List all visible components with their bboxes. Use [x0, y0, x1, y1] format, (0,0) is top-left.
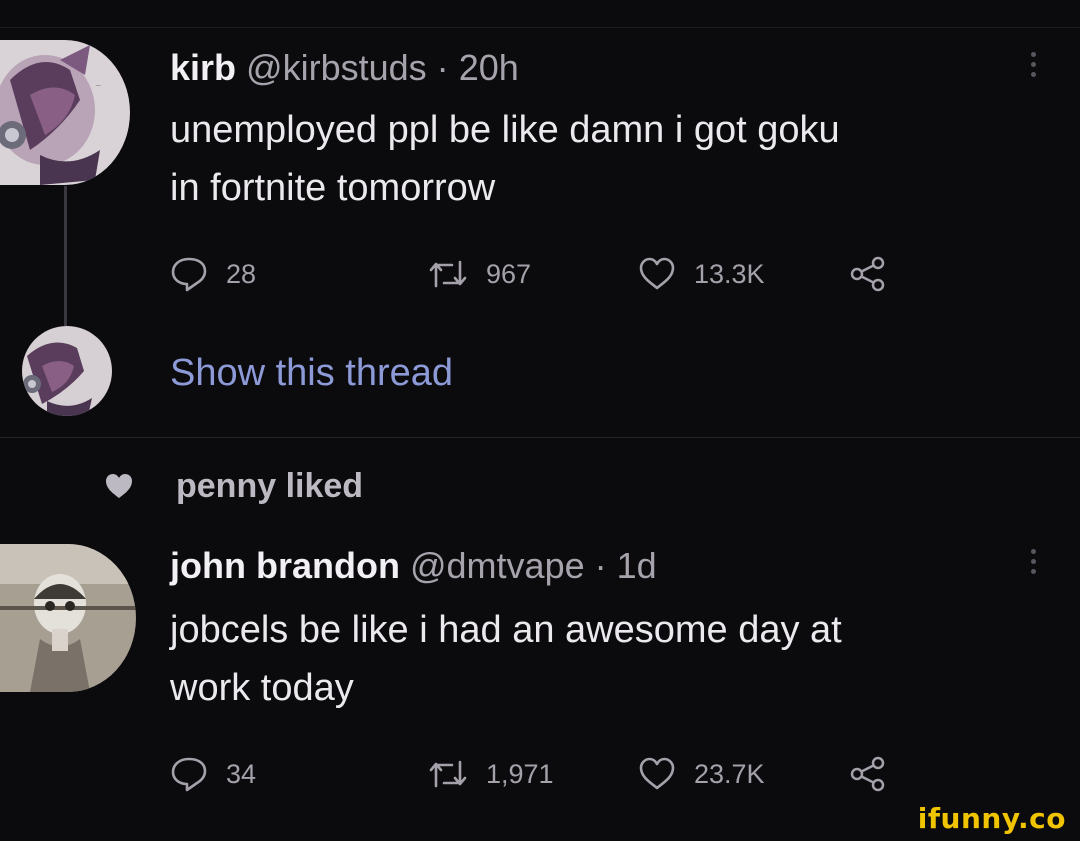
reply-count: 28 [226, 258, 257, 289]
avatar-kirb[interactable]: ~ [0, 40, 130, 185]
tweet-actions: 34 1,971 23.7K [170, 754, 930, 794]
reply-button[interactable]: 34 [170, 754, 256, 794]
more-options-icon[interactable] [1031, 52, 1037, 82]
tweet-actions: 28 967 13.3K [170, 254, 930, 294]
tweet-text-line: unemployed ppl be like damn i got goku [170, 109, 840, 151]
tweet-header: kirb @kirbstuds · 20h [170, 48, 519, 88]
timestamp[interactable]: 1d [617, 545, 657, 586]
heart-icon [639, 757, 675, 790]
reply-count: 34 [226, 758, 257, 789]
tweet-text-line: in fortnite tomorrow [170, 167, 496, 209]
like-count: 23.7K [694, 758, 765, 789]
svg-text:~: ~ [95, 81, 102, 90]
retweet-icon [429, 260, 467, 288]
avatar-john-brandon[interactable] [0, 544, 136, 692]
watermark: ifunny.co [917, 802, 1066, 835]
tweet-text-line: work today [170, 667, 354, 709]
share-icon [850, 256, 885, 292]
like-button[interactable]: 13.3K [638, 254, 765, 294]
tweet-header: john brandon @dmtvape · 1d [170, 546, 657, 586]
section-divider [0, 437, 1080, 438]
heart-filled-icon [106, 474, 132, 498]
social-context-label[interactable]: penny liked [176, 467, 363, 506]
tweet-text: jobcels be like i had an awesome day at … [170, 601, 1050, 717]
separator: · [594, 545, 607, 586]
reply-icon [171, 257, 207, 292]
like-count: 13.3K [694, 258, 765, 289]
retweet-button[interactable]: 1,971 [428, 754, 554, 794]
retweet-icon [429, 760, 467, 788]
tweet-text-line: jobcels be like i had an awesome day at [170, 609, 842, 651]
display-name[interactable]: john brandon [170, 545, 400, 586]
reply-button[interactable]: 28 [170, 254, 256, 294]
timestamp[interactable]: 20h [459, 47, 519, 88]
heart-icon [639, 257, 675, 290]
social-context: penny liked [104, 464, 363, 508]
thread-line [64, 186, 67, 326]
share-button[interactable] [850, 254, 904, 294]
retweet-count: 967 [486, 258, 532, 289]
username[interactable]: @kirbstuds [246, 47, 427, 88]
show-thread-link[interactable]: Show this thread [170, 350, 453, 396]
share-icon [850, 756, 885, 792]
share-button[interactable] [850, 754, 904, 794]
separator: · [436, 47, 449, 88]
retweet-count: 1,971 [486, 758, 554, 789]
top-divider [0, 27, 1080, 28]
username[interactable]: @dmtvape [410, 545, 585, 586]
more-options-icon[interactable] [1031, 549, 1037, 579]
display-name[interactable]: kirb [170, 47, 236, 88]
reply-icon [171, 757, 207, 792]
tweet-text: unemployed ppl be like damn i got goku i… [170, 101, 1050, 217]
avatar-kirb-small[interactable] [22, 326, 112, 416]
like-button[interactable]: 23.7K [638, 754, 765, 794]
retweet-button[interactable]: 967 [428, 254, 531, 294]
